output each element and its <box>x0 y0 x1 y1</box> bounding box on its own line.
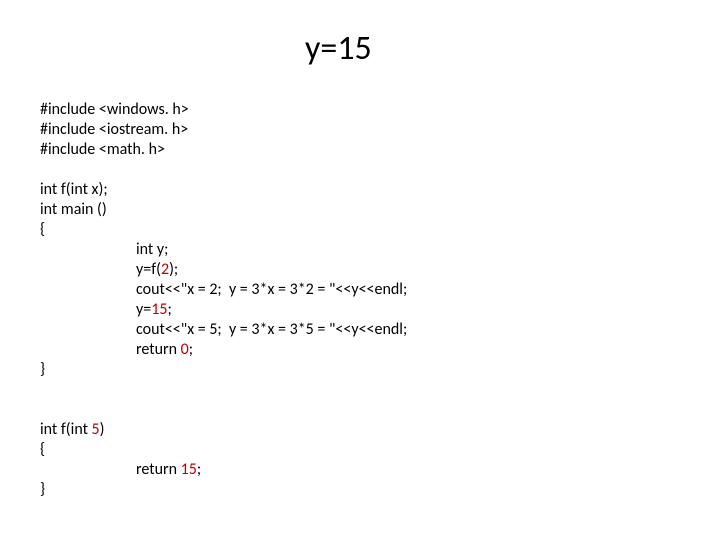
stmt-y-f-arg: 2 <box>161 260 169 279</box>
code-block: #include <windows. h> #include <iostream… <box>40 80 407 500</box>
f-return-val: 15 <box>181 460 197 479</box>
main-signature: int main () <box>40 200 107 219</box>
include-line-3: #include <math. h> <box>40 140 165 159</box>
f-sig-post: ) <box>100 420 105 439</box>
f-return-pre: return <box>136 460 181 479</box>
close-brace: } <box>40 360 45 379</box>
stmt-int-y: int y; <box>136 240 168 259</box>
f-close-brace: } <box>40 480 45 499</box>
f-sig-arg: 5 <box>92 420 100 439</box>
include-line-1: #include <windows. h> <box>40 100 189 119</box>
stmt-y15-post: ; <box>167 300 171 319</box>
stmt-y15-pre: y= <box>136 300 151 319</box>
stmt-cout-2: cout<<"x = 5; y = 3*x = 3*5 = "<<y<<endl… <box>136 320 407 339</box>
stmt-y-f-pre: y=f( <box>136 260 161 279</box>
stmt-return0-post: ; <box>189 340 193 359</box>
include-line-2: #include <iostream. h> <box>40 120 188 139</box>
stmt-return0-val: 0 <box>181 340 189 359</box>
stmt-cout-1: cout<<"x = 2; y = 3*x = 3*2 = "<<y<<endl… <box>136 280 407 299</box>
stmt-y-f-end: ); <box>169 260 178 279</box>
open-brace: { <box>40 220 45 239</box>
stmt-return0-pre: return <box>136 340 181 359</box>
f-sig-pre: int f(int <box>40 420 92 439</box>
slide-title: y=15 <box>305 28 372 69</box>
slide: y=15 #include <windows. h> #include <ios… <box>0 0 720 540</box>
func-prototype: int f(int x); <box>40 180 108 199</box>
f-return-post: ; <box>197 460 201 479</box>
stmt-y15-val: 15 <box>151 300 167 319</box>
f-open-brace: { <box>40 440 45 459</box>
